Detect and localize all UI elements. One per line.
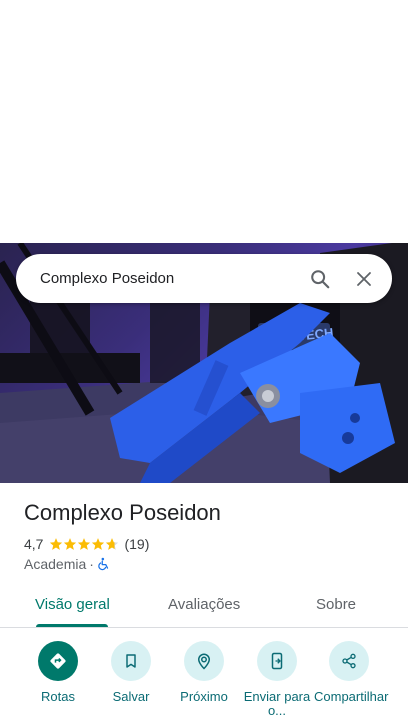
nearby-icon	[184, 641, 224, 681]
bookmark-icon	[111, 641, 151, 681]
star-icon	[92, 538, 105, 550]
directions-button[interactable]: Rotas	[18, 641, 98, 704]
tab-bar: Visão geral Avaliações Sobre	[0, 588, 408, 628]
tab-about[interactable]: Sobre	[316, 588, 356, 628]
nearby-label: Próximo	[180, 689, 228, 704]
category-label: Academia	[24, 556, 87, 572]
send-to-phone-button[interactable]: Enviar para o...	[237, 641, 317, 718]
rating-row[interactable]: 4,7 (19)	[24, 536, 149, 552]
search-input[interactable]: Complexo Poseidon	[16, 270, 298, 287]
share-icon	[329, 641, 369, 681]
save-button[interactable]: Salvar	[91, 641, 171, 704]
close-icon[interactable]	[342, 257, 386, 301]
save-label: Salvar	[112, 689, 150, 704]
star-half-icon	[106, 538, 119, 550]
share-label: Compartilhar	[314, 689, 389, 704]
star-icon	[64, 538, 77, 550]
tab-overview[interactable]: Visão geral	[35, 588, 110, 628]
tab-reviews[interactable]: Avaliações	[168, 588, 240, 628]
star-icon	[78, 538, 91, 550]
separator: ·	[89, 556, 94, 572]
rating-stars	[49, 537, 119, 551]
wheelchair-accessible-icon	[98, 557, 109, 571]
send-to-phone-label: Enviar para o...	[243, 689, 311, 718]
nearby-button[interactable]: Próximo	[164, 641, 244, 704]
review-count[interactable]: (19)	[124, 536, 149, 552]
place-title: Complexo Poseidon	[24, 500, 221, 525]
directions-icon	[38, 641, 78, 681]
blank-area	[0, 0, 408, 243]
tab-indicator	[36, 624, 108, 627]
category-row: Academia ·	[24, 556, 111, 572]
rating-value: 4,7	[24, 536, 44, 552]
action-bar: Rotas Salvar Próximo Enviar para o... Co…	[0, 641, 408, 726]
search-bar[interactable]: Complexo Poseidon	[16, 254, 392, 303]
star-icon	[50, 538, 63, 550]
send-to-phone-icon	[257, 641, 297, 681]
directions-label: Rotas	[41, 689, 75, 704]
share-button[interactable]: Compartilhar	[309, 641, 389, 704]
search-icon[interactable]	[298, 257, 342, 301]
